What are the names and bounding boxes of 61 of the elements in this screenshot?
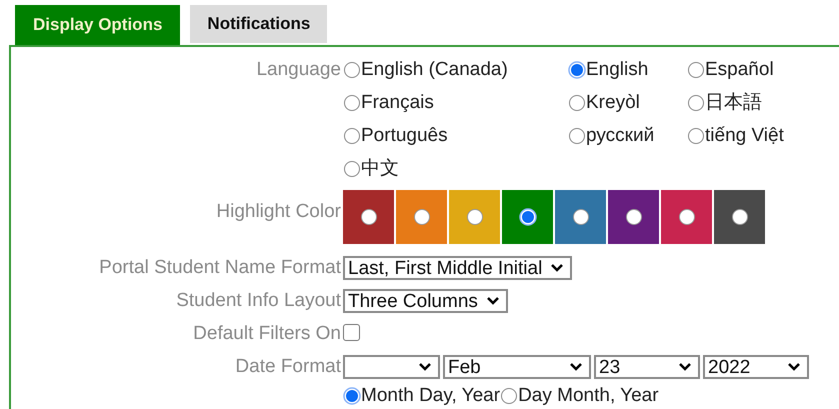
field-label: Highlight Color <box>216 201 341 222</box>
option-label: Day Month, Year <box>518 384 659 407</box>
radio-button[interactable] <box>568 60 586 78</box>
color-swatch[interactable] <box>608 190 659 244</box>
color-swatch[interactable] <box>661 190 712 244</box>
field-label: Default Filters On <box>193 323 341 344</box>
option-label: tiếng Việt <box>705 124 784 147</box>
option-label: 日本語 <box>705 91 762 114</box>
radio-button[interactable] <box>687 94 705 112</box>
option-label: Kreyòl <box>586 91 640 114</box>
radio-button[interactable] <box>343 160 361 178</box>
dropdown[interactable] <box>343 355 440 379</box>
color-swatch[interactable] <box>714 190 765 244</box>
radio-button[interactable] <box>572 208 590 226</box>
radio-button[interactable] <box>466 208 484 226</box>
option-label: Español <box>705 58 774 81</box>
radio-button[interactable] <box>343 94 361 112</box>
tab[interactable]: Notifications <box>190 5 328 43</box>
color-swatch[interactable] <box>449 190 500 244</box>
dropdown[interactable]: Last, First Middle Initial <box>343 256 572 280</box>
radio-button[interactable] <box>343 386 361 404</box>
radio-button[interactable] <box>412 208 430 226</box>
chevron-down-icon <box>486 296 500 306</box>
checkbox[interactable] <box>343 324 360 341</box>
radio-button[interactable] <box>343 126 361 144</box>
chevron-down-icon <box>678 362 692 372</box>
radio-button[interactable] <box>360 208 378 226</box>
radio-button[interactable] <box>687 126 705 144</box>
radio-button[interactable] <box>568 126 586 144</box>
chevron-down-icon <box>787 362 801 372</box>
field-label: Date Format <box>235 356 341 377</box>
chevron-down-icon <box>550 263 564 273</box>
tab[interactable]: Display Options <box>15 5 180 45</box>
radio-button[interactable] <box>343 60 361 78</box>
chevron-down-icon <box>418 362 432 372</box>
radio-button[interactable] <box>730 208 748 226</box>
field-label: Portal Student Name Format <box>99 257 341 278</box>
color-swatch[interactable] <box>502 190 553 244</box>
option-label: Month Day, Year <box>361 384 500 407</box>
option-label: Português <box>361 124 448 147</box>
chevron-down-icon <box>569 362 583 372</box>
radio-button[interactable] <box>500 386 518 404</box>
option-label: русский <box>586 124 654 147</box>
radio-button[interactable] <box>678 208 696 226</box>
field-label: Student Info Layout <box>176 290 341 311</box>
color-swatch[interactable] <box>555 190 606 244</box>
color-swatch[interactable] <box>343 190 394 244</box>
dropdown[interactable]: Feb <box>443 355 591 379</box>
radio-button[interactable] <box>687 60 705 78</box>
dropdown[interactable]: 2022 <box>703 355 809 379</box>
color-swatch[interactable] <box>396 190 447 244</box>
option-label: 中文 <box>361 157 399 180</box>
option-label: English (Canada) <box>361 58 508 81</box>
dropdown[interactable]: 23 <box>594 355 700 379</box>
radio-button[interactable] <box>568 94 586 112</box>
option-label: English <box>586 58 648 81</box>
radio-button[interactable] <box>518 208 536 226</box>
radio-button[interactable] <box>624 208 642 226</box>
dropdown[interactable]: Three Columns <box>343 289 508 313</box>
field-label: Language <box>256 59 341 80</box>
option-label: Français <box>361 91 434 114</box>
